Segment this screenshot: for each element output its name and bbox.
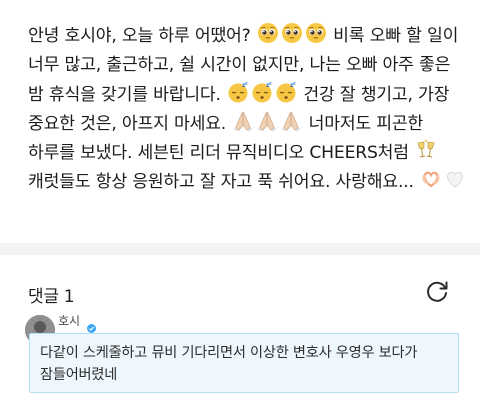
- sleeping-face-icon: zz: [275, 81, 297, 103]
- pleading-face-icon: [305, 22, 327, 44]
- white-heart-icon: [444, 168, 466, 190]
- post-body: 안녕 호시야, 오늘 하루 어땠어? 비록 오빠 할 일이 너무 많고, 출근하…: [28, 22, 470, 198]
- comment-bubble: 다같이 스케줄하고 뮤비 기다리면서 이상한 변호사 우영우 보다가 잠들어버렸…: [29, 333, 459, 393]
- svg-text:z: z: [293, 81, 296, 86]
- folded-hands-icon: [232, 110, 254, 132]
- heart-hands-icon: [420, 168, 442, 190]
- post-text-segment: 캐럿들도 항상 응원하고 잘 자고 푹 쉬어요. 사랑해요...: [28, 172, 420, 193]
- pleading-face-icon: [281, 22, 303, 44]
- comments-count-title: 댓글 1: [28, 287, 75, 307]
- comment-text: 다같이 스케줄하고 뮤비 기다리면서 이상한 변호사 우영우 보다가 잠들어버렸…: [40, 345, 418, 383]
- svg-text:z: z: [245, 81, 248, 86]
- post-text-segment: 안녕 호시야, 오늘 하루 어땠어?: [28, 26, 256, 46]
- section-divider: [0, 243, 480, 255]
- folded-hands-icon: [256, 110, 278, 132]
- comment-username[interactable]: 호시: [58, 312, 80, 329]
- pleading-face-icon: [257, 22, 279, 44]
- svg-text:z: z: [269, 81, 272, 86]
- clinking-glasses-icon: [415, 139, 437, 161]
- sleeping-face-icon: zz: [227, 81, 249, 103]
- folded-hands-icon: [280, 110, 302, 132]
- verified-badge-icon: [87, 318, 96, 333]
- comments-header: 댓글 1: [0, 255, 480, 315]
- refresh-icon[interactable]: [424, 279, 450, 305]
- sleeping-face-icon: zz: [251, 81, 273, 103]
- comment-item: 호시 다같이 스케줄하고 뮤비 기다리면서 이상한 변호사 우영우 보다가 잠들…: [0, 312, 480, 411]
